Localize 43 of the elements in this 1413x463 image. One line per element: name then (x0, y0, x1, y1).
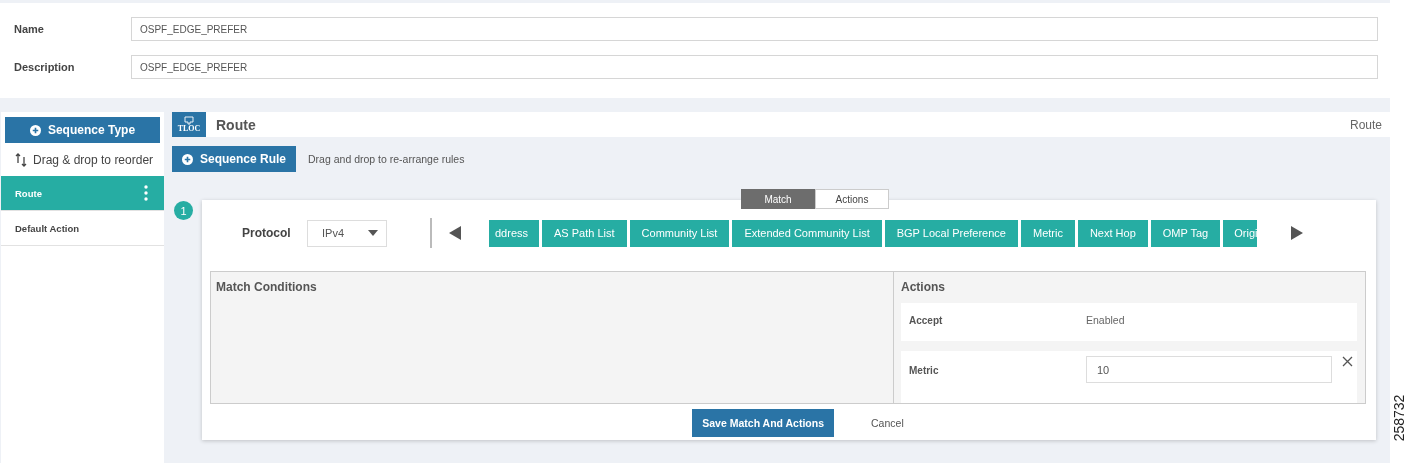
sequence-rule-button[interactable]: Sequence Rule (172, 146, 297, 172)
more-icon[interactable] (144, 185, 148, 201)
field-label: Description (14, 61, 76, 73)
plus-icon (182, 153, 193, 165)
save-button[interactable]: Save Match And Actions (692, 409, 835, 437)
close-icon[interactable] (1342, 356, 1353, 367)
tab[interactable]: Actions (815, 189, 889, 209)
rule-number: 1 (174, 201, 193, 220)
action-label: Metric (909, 365, 940, 376)
reorder-icon (15, 152, 27, 167)
section-title: Route (216, 116, 257, 133)
sequence-type-button[interactable]: Sequence Type (5, 117, 160, 143)
figure-number: 258732 (1391, 394, 1408, 442)
reorder-hint: Drag & drop to reorder (33, 152, 154, 167)
action-value: Enabled (1086, 314, 1125, 326)
section-type: Route (1349, 117, 1382, 132)
scroll-left-arrow[interactable] (449, 226, 461, 240)
panel-title: Match Conditions (216, 280, 318, 294)
cancel-button[interactable]: Cancel (871, 417, 904, 429)
match-chip[interactable]: Extended Community List (732, 219, 882, 247)
text-field[interactable]: OSPF_EDGE_PREFER (131, 17, 1378, 41)
panel-title: Actions (901, 280, 946, 294)
caret-icon (368, 230, 378, 236)
tloc-icon: TLOC (172, 112, 206, 137)
match-chip[interactable]: Next Hop (1077, 219, 1148, 247)
match-chip[interactable]: ddress (489, 219, 540, 247)
match-chip[interactable]: Metric (1020, 219, 1075, 247)
action-label: Accept (909, 314, 944, 326)
tab[interactable]: Match (741, 189, 815, 209)
rearrange-hint: Drag and drop to re-arrange rules (308, 153, 465, 165)
sidebar-item[interactable]: Route (1, 176, 164, 211)
match-chip[interactable]: AS Path List (542, 219, 627, 247)
text-field[interactable]: OSPF_EDGE_PREFER (131, 55, 1378, 79)
plus-icon (29, 124, 41, 136)
match-chip[interactable]: OMP Tag (1150, 219, 1221, 247)
protocol-select[interactable]: IPv4 (307, 219, 387, 247)
metric-field[interactable]: 10 (1086, 356, 1332, 383)
scroll-right-arrow[interactable] (1291, 226, 1304, 240)
match-chip[interactable]: BGP Local Preference (884, 219, 1018, 247)
match-chip[interactable]: Community List (629, 219, 730, 247)
field-label: Name (14, 23, 45, 35)
protocol-label: Protocol (242, 226, 292, 240)
match-chip[interactable]: Origi (1223, 219, 1258, 247)
